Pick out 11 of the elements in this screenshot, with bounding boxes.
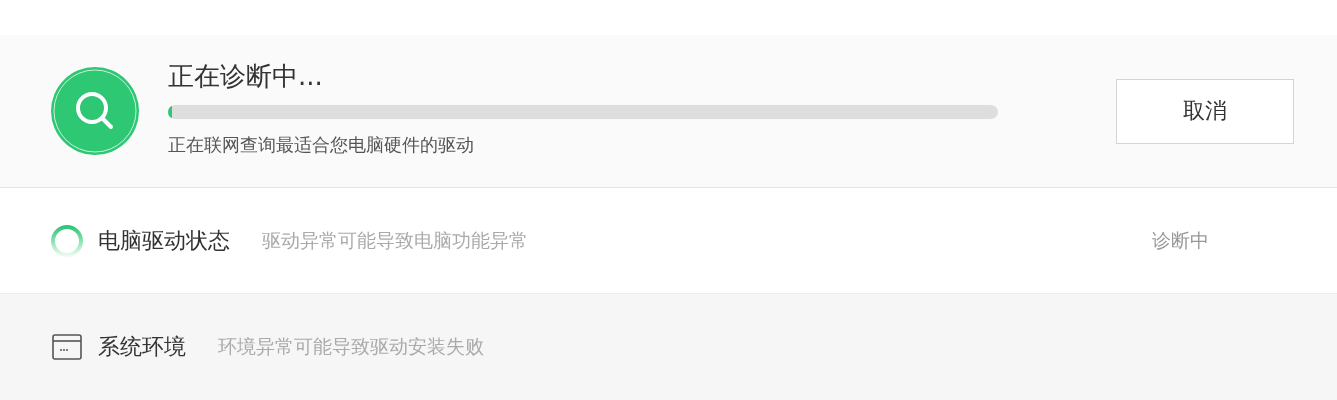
window-icon xyxy=(52,334,82,360)
diagnosis-subtitle: 正在联网查询最适合您电脑硬件的驱动 xyxy=(168,132,475,157)
diagnosis-title: 正在诊断中... xyxy=(168,59,324,92)
item-description: 驱动异常可能导致电脑功能异常 xyxy=(262,227,528,253)
item-name: 电脑驱动状态 xyxy=(98,226,230,255)
item-description: 环境异常可能导致驱动安装失败 xyxy=(218,334,484,359)
item-name: 系统环境 xyxy=(98,333,186,361)
cancel-button[interactable]: 取消 xyxy=(1116,78,1294,144)
loading-spinner-icon xyxy=(49,222,85,259)
search-icon xyxy=(51,67,139,155)
item-status: 诊断中 xyxy=(1152,227,1209,253)
